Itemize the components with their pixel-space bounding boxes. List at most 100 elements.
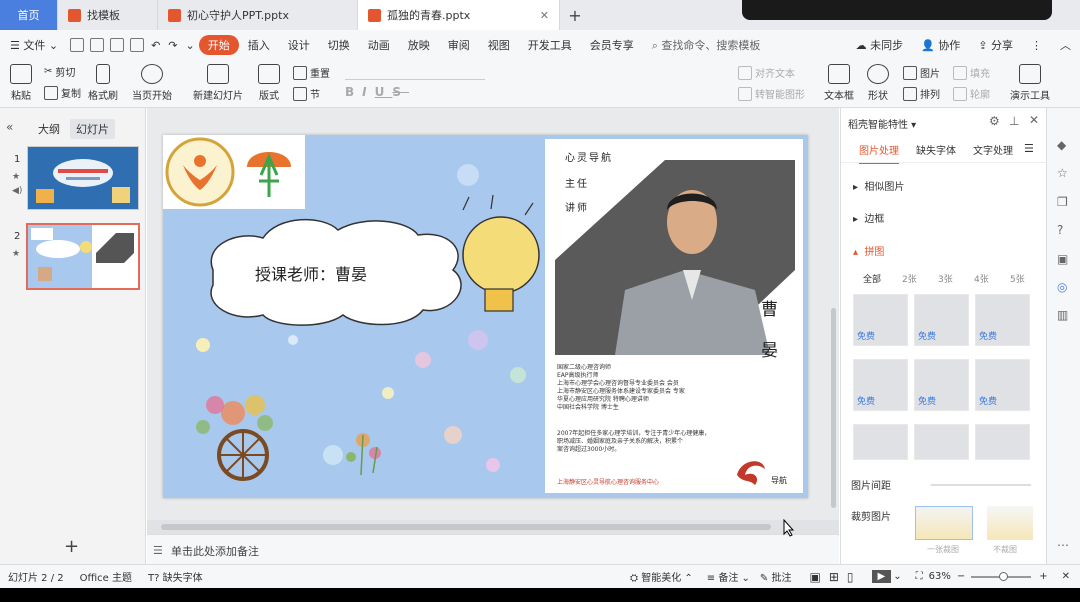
slide-thumbnail-2[interactable]: [26, 223, 140, 290]
collage-template[interactable]: 免费: [853, 359, 908, 411]
paste-button[interactable]: 粘贴: [10, 64, 32, 102]
close-icon[interactable]: ✕: [540, 9, 549, 22]
tab-templates[interactable]: 找模板: [58, 0, 158, 30]
style-icon[interactable]: ◆: [1057, 138, 1066, 152]
filter-4[interactable]: 4张: [974, 272, 989, 285]
collage-template[interactable]: [853, 424, 908, 460]
gear-icon[interactable]: ⚙: [989, 114, 1000, 128]
help-icon[interactable]: ?: [1057, 223, 1063, 237]
close-panel-icon[interactable]: ✕: [1029, 113, 1039, 127]
new-slide-button[interactable]: 新建幻灯片: [193, 64, 243, 102]
fullscreen-icon[interactable]: ✕: [1062, 571, 1070, 582]
export-icon[interactable]: [90, 38, 105, 52]
menu-member[interactable]: 会员专享: [581, 37, 643, 53]
zoom-slider[interactable]: [971, 571, 1032, 581]
zoom-slider-thumb[interactable]: [999, 571, 1009, 581]
collapse-icon[interactable]: ︿: [1051, 37, 1080, 53]
filter-3[interactable]: 3张: [938, 272, 953, 285]
tab-doc-2[interactable]: 孤独的青春.pptx ✕: [358, 0, 560, 30]
collab-button[interactable]: 👤 协作: [912, 37, 969, 53]
menu-view[interactable]: 视图: [479, 37, 519, 53]
share-button[interactable]: ⇪ 分享: [969, 37, 1022, 53]
outline-tab[interactable]: 大纲: [38, 121, 60, 137]
arrange-button[interactable]: 排列: [903, 86, 940, 101]
layout-button[interactable]: 版式: [258, 64, 280, 102]
fit-icon[interactable]: ⛶: [916, 571, 923, 582]
section-border[interactable]: ▸ 边框: [853, 210, 884, 225]
menu-devtools[interactable]: 开发工具: [519, 37, 581, 53]
textbox-button[interactable]: 文本框: [824, 64, 854, 102]
bold-button[interactable]: B: [345, 85, 362, 99]
menu-review[interactable]: 审阅: [439, 37, 479, 53]
menu-animation[interactable]: 动画: [359, 37, 399, 53]
tab-text-processing[interactable]: 文字处理: [973, 142, 1013, 157]
pin-icon[interactable]: ⊥: [1009, 114, 1019, 128]
current-slide[interactable]: 授课老师：曹晏 心灵导航 主任 讲师 曹 晏 国家二级心理咨询师 EAP高级执行…: [163, 135, 808, 498]
sync-button[interactable]: ☁ 未同步: [847, 37, 913, 53]
star-icon[interactable]: ☆: [1057, 166, 1068, 180]
add-slide-button[interactable]: +: [64, 536, 79, 557]
collapse-panel-icon[interactable]: «: [6, 120, 13, 134]
menu-slideshow[interactable]: 放映: [399, 37, 439, 53]
crop-option-none[interactable]: [987, 506, 1033, 540]
dots-icon[interactable]: ⋯: [1057, 538, 1069, 552]
tab-doc-1[interactable]: 初心守护人PPT.pptx: [158, 0, 358, 30]
vertical-scrollbar[interactable]: [829, 118, 837, 518]
scrollbar-thumb[interactable]: [161, 524, 771, 530]
zoom-out-button[interactable]: −: [957, 571, 965, 582]
section-button[interactable]: 节: [293, 86, 320, 101]
collage-template[interactable]: 免费: [914, 294, 969, 346]
zoom-in-button[interactable]: +: [1039, 571, 1047, 582]
tab-image-processing[interactable]: 图片处理: [859, 142, 899, 164]
slide-thumbnail-1[interactable]: [27, 146, 139, 210]
comment-button[interactable]: ✎ 批注: [760, 569, 792, 584]
chevron-down-icon[interactable]: ⌄: [893, 571, 901, 582]
smart-beautify-button[interactable]: ⛭ 智能美化 ⌃: [630, 569, 693, 584]
menu-transition[interactable]: 切换: [319, 37, 359, 53]
menu-start[interactable]: 开始: [198, 35, 239, 55]
crop-option-one[interactable]: [915, 506, 973, 540]
image-icon[interactable]: ▣: [1057, 252, 1068, 266]
command-search[interactable]: ⌕ 查找命令、搜索模板: [643, 37, 770, 53]
outline-button[interactable]: 轮廓: [953, 86, 990, 101]
presentation-tools-button[interactable]: 演示工具: [1010, 64, 1050, 102]
vscroll-thumb[interactable]: [831, 308, 836, 508]
grid-view-icon[interactable]: ⊞: [829, 570, 839, 584]
play-from-button[interactable]: 当页开始: [132, 64, 172, 102]
play-slideshow-button[interactable]: ▶: [871, 570, 892, 583]
normal-view-icon[interactable]: ▣: [809, 570, 820, 584]
picture-button[interactable]: 图片: [903, 65, 940, 80]
shape-button[interactable]: 形状: [867, 64, 889, 102]
zoom-level[interactable]: 63%: [929, 571, 951, 582]
menu-insert[interactable]: 插入: [239, 37, 279, 53]
filter-2[interactable]: 2张: [902, 272, 917, 285]
more-icon[interactable]: ⋮: [1022, 39, 1051, 52]
cut-button[interactable]: ✂ 剪切: [44, 64, 75, 79]
font-select[interactable]: [345, 64, 485, 80]
file-menu[interactable]: ☰ 文件 ⌄: [0, 37, 67, 53]
collage-template[interactable]: 免费: [975, 294, 1030, 346]
collage-template[interactable]: 免费: [914, 359, 969, 411]
smartart-button[interactable]: 转智能图形: [738, 86, 805, 101]
undo-icon[interactable]: ↶: [147, 39, 164, 52]
book-icon[interactable]: ▥: [1057, 308, 1068, 322]
align-text-button[interactable]: 对齐文本: [738, 65, 795, 80]
notes-area[interactable]: ☰ 单击此处添加备注: [147, 534, 839, 564]
smart-icon[interactable]: ◎: [1057, 280, 1067, 294]
copy-button[interactable]: 复制: [44, 85, 81, 100]
format-painter-button[interactable]: 格式刷: [88, 64, 118, 102]
chevron-down-icon[interactable]: ⌄: [182, 39, 199, 52]
collage-template[interactable]: 免费: [853, 294, 908, 346]
horizontal-scrollbar[interactable]: [147, 520, 839, 534]
slides-tab[interactable]: 幻灯片: [70, 119, 115, 139]
preview-icon[interactable]: [130, 38, 145, 52]
new-tab-button[interactable]: +: [560, 0, 590, 30]
spacing-slider[interactable]: [931, 484, 1031, 486]
notes-button[interactable]: ≡ 备注 ⌄: [707, 569, 750, 584]
layers-icon[interactable]: ❐: [1057, 195, 1068, 209]
section-similar[interactable]: ▸ 相似图片: [853, 178, 904, 193]
tab-home[interactable]: 首页: [0, 0, 58, 30]
italic-button[interactable]: I: [362, 85, 374, 99]
missing-font-button[interactable]: T? 缺失字体: [148, 569, 203, 584]
underline-button[interactable]: U: [375, 85, 393, 99]
